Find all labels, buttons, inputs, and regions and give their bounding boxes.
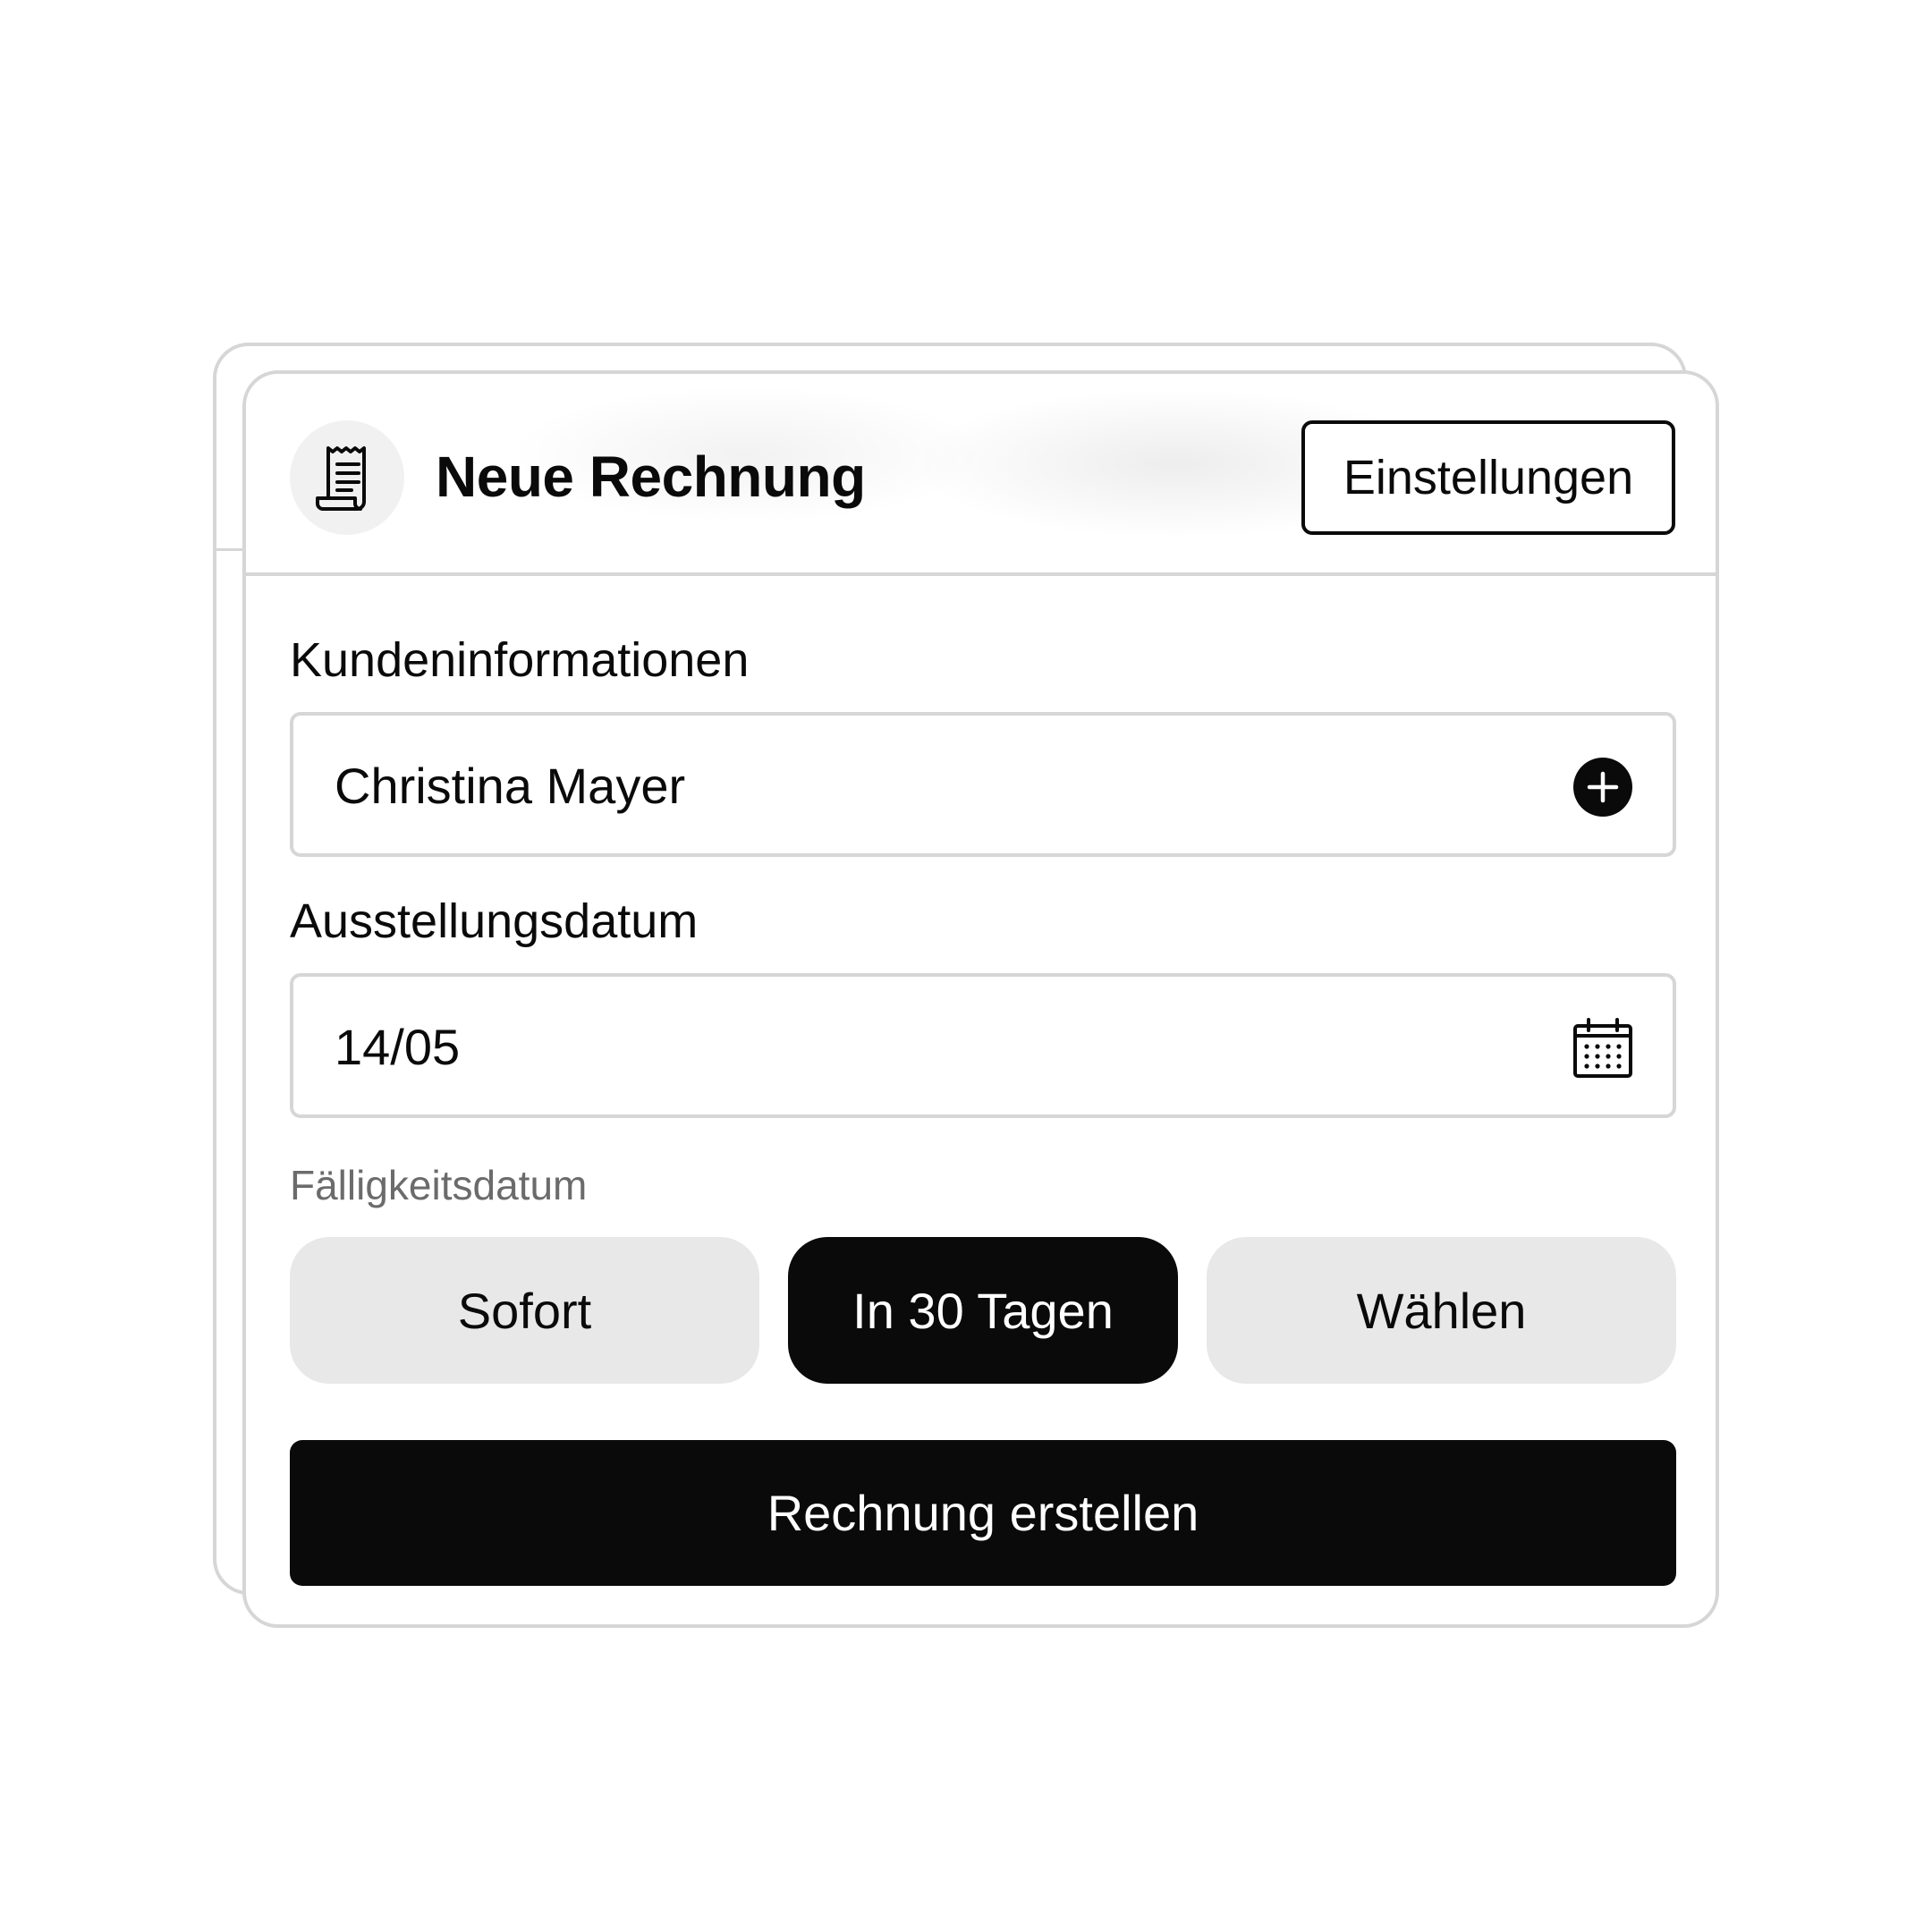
issue-date-field[interactable]: 14/05 — [290, 973, 1676, 1118]
customer-field[interactable]: Christina Mayer — [290, 712, 1676, 857]
plus-circle-icon[interactable] — [1572, 757, 1633, 818]
create-invoice-button[interactable]: Rechnung erstellen — [290, 1440, 1676, 1586]
customer-info-label: Kundeninformationen — [290, 633, 750, 687]
page-title: Neue Rechnung — [436, 445, 866, 509]
invoice-dialog-stage: Neue Rechnung Einstellungen Kundeninform… — [0, 0, 1932, 1932]
customer-field-value: Christina Mayer — [335, 758, 686, 814]
due-date-label: Fälligkeitsdatum — [290, 1162, 588, 1208]
settings-button[interactable]: Einstellungen — [1301, 420, 1675, 535]
receipt-icon-badge — [290, 420, 404, 535]
card-header: Neue Rechnung Einstellungen — [246, 374, 1716, 576]
new-invoice-card: Neue Rechnung Einstellungen Kundeninform… — [242, 370, 1719, 1628]
issue-date-value: 14/05 — [335, 1019, 461, 1075]
issue-date-label: Ausstellungsdatum — [290, 894, 699, 948]
calendar-icon[interactable] — [1572, 1018, 1633, 1079]
due-option-choose[interactable]: Wählen — [1207, 1237, 1676, 1384]
receipt-icon — [316, 446, 366, 511]
due-option-30-days[interactable]: In 30 Tagen — [788, 1237, 1178, 1384]
due-option-sofort[interactable]: Sofort — [290, 1237, 759, 1384]
